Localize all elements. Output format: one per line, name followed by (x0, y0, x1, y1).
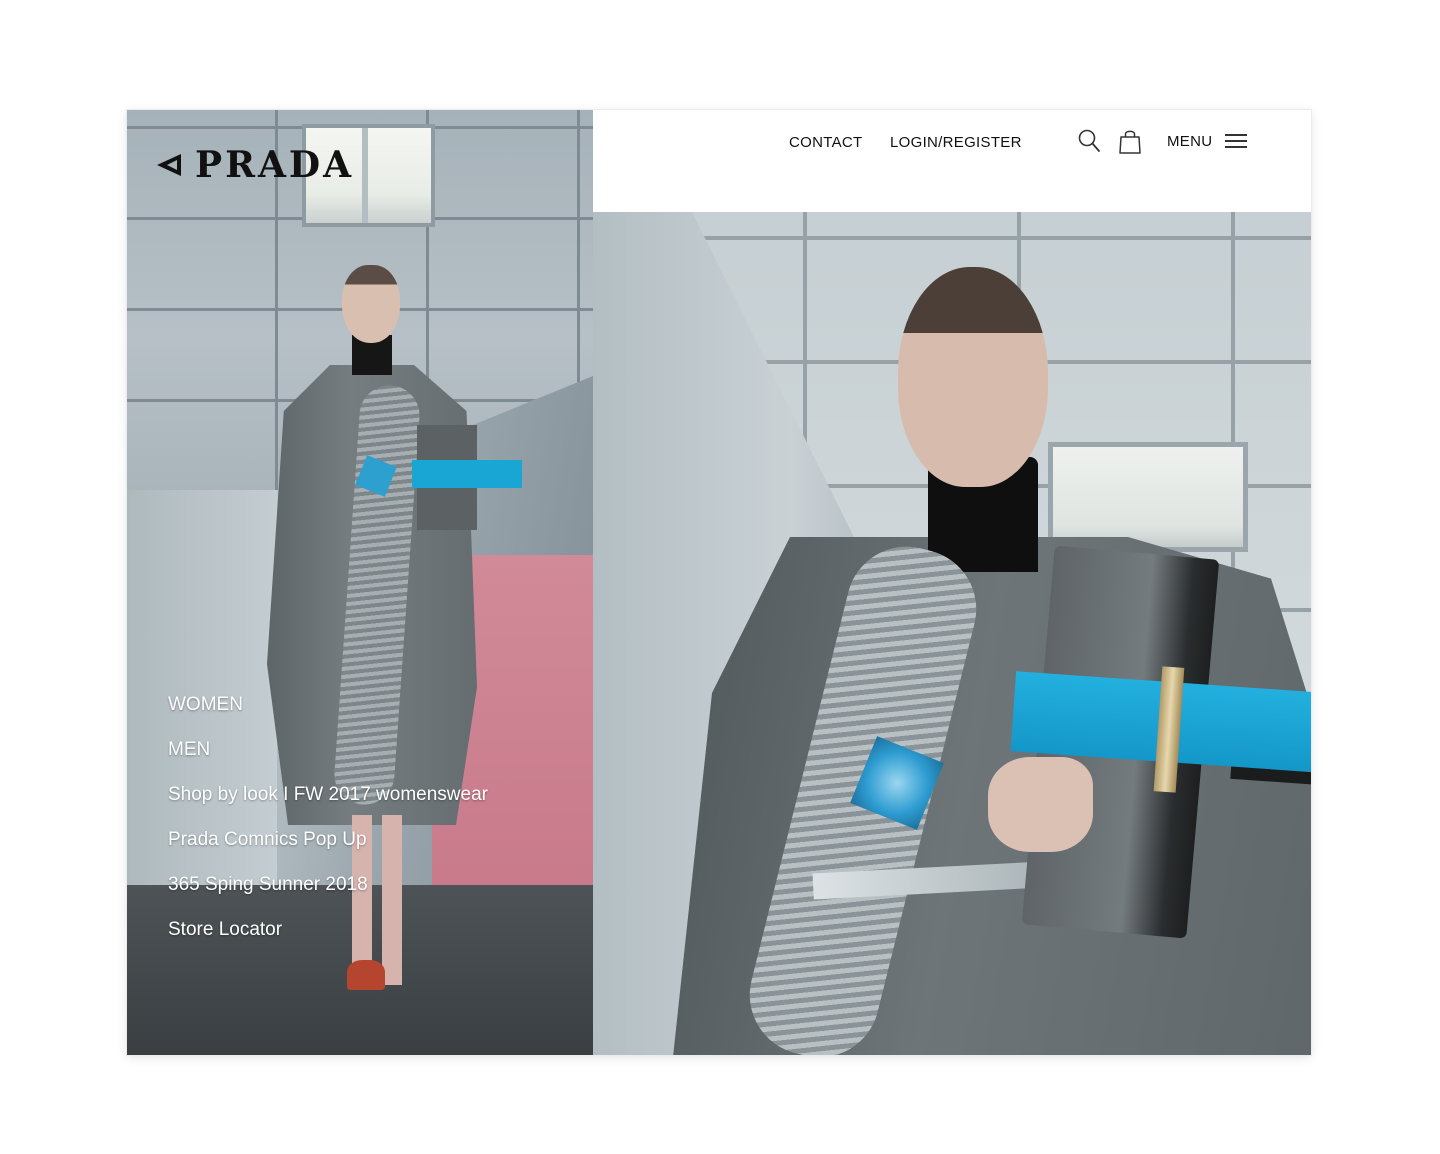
prada-triangle-logo-icon (157, 154, 181, 176)
login-register-link[interactable]: LOGIN/REGISTER (890, 134, 1022, 151)
hamburger-icon[interactable] (1225, 132, 1249, 150)
hero-image (593, 212, 1311, 1055)
top-header: CONTACT LOGIN/REGISTER MENU (593, 110, 1311, 212)
side-nav-item-365[interactable]: 365 Sping Sunner 2018 (168, 874, 488, 896)
left-model-shoe (347, 960, 385, 990)
menu-label[interactable]: MENU (1167, 133, 1212, 150)
hero-model-hand (988, 757, 1093, 852)
prada-logo[interactable]: PRADA (157, 144, 354, 186)
browser-frame: PRADA WOMEN MEN Shop by look I FW 2017 w… (127, 110, 1311, 1055)
hamburger-line-3 (1225, 146, 1247, 148)
side-nav-item-pop-up[interactable]: Prada Comnics Pop Up (168, 829, 488, 851)
hero-ceiling-light (1048, 442, 1248, 552)
shopping-bag-icon[interactable] (1117, 127, 1143, 155)
hero-model-face (898, 267, 1048, 487)
left-model-head (342, 265, 400, 343)
side-nav: WOMEN MEN Shop by look I FW 2017 womensw… (168, 694, 488, 964)
contact-link[interactable]: CONTACT (789, 134, 862, 151)
side-nav-item-women[interactable]: WOMEN (168, 694, 488, 716)
hamburger-line-2 (1225, 140, 1247, 142)
left-hero-panel: PRADA WOMEN MEN Shop by look I FW 2017 w… (127, 110, 593, 1055)
left-model-bag-band (412, 460, 522, 488)
side-nav-item-store-locator[interactable]: Store Locator (168, 919, 488, 941)
hamburger-line-1 (1225, 134, 1247, 136)
side-nav-item-men[interactable]: MEN (168, 739, 488, 761)
side-nav-item-shop-by-look[interactable]: Shop by look I FW 2017 womenswear (168, 784, 488, 806)
logo-text: PRADA (195, 144, 355, 186)
right-panel: CONTACT LOGIN/REGISTER MENU (593, 110, 1311, 1055)
search-icon[interactable] (1077, 127, 1103, 155)
